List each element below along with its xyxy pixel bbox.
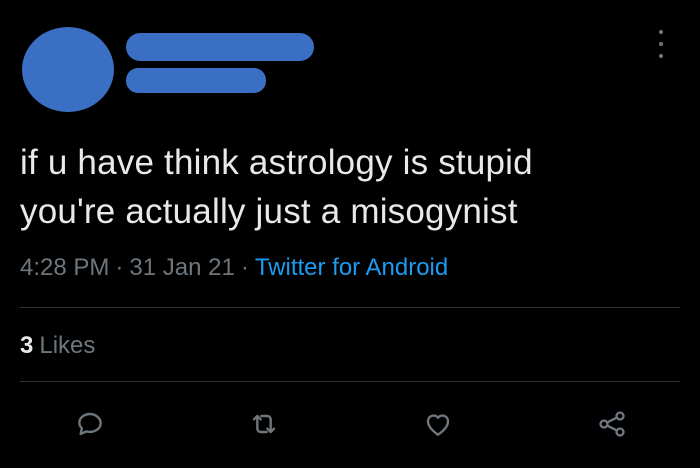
reply-icon [78, 412, 102, 436]
like-button[interactable] [420, 406, 456, 442]
share-icon [599, 411, 625, 437]
share-button[interactable] [594, 406, 630, 442]
more-dot [659, 54, 663, 58]
redacted-display-name[interactable] [126, 33, 314, 61]
more-dot [659, 30, 663, 34]
tweet-source-link[interactable]: Twitter for Android [255, 254, 448, 281]
tweet-text-line-2: you're actually just a misogynist [20, 192, 518, 231]
likes-count: 3 [20, 332, 34, 359]
tweet-text: if u have think astrology is stupid you'… [20, 138, 690, 236]
reply-button[interactable] [72, 406, 108, 442]
divider [20, 381, 680, 382]
tweet-meta: 4:28 PM · 31 Jan 21 · Twitter for Android [20, 253, 448, 283]
tweet-time[interactable]: 4:28 PM [20, 254, 109, 281]
retweet-icon [252, 414, 276, 434]
more-dot [659, 42, 663, 46]
meta-separator: · [240, 254, 249, 281]
likes-stat[interactable]: 3 Likes [20, 331, 95, 361]
redacted-username[interactable] [126, 68, 266, 93]
tweet-date[interactable]: 31 Jan 21 [129, 254, 234, 281]
meta-separator: · [115, 254, 124, 281]
avatar[interactable] [22, 27, 114, 112]
heart-icon [426, 414, 450, 436]
more-options-icon[interactable] [650, 30, 672, 58]
retweet-button[interactable] [246, 406, 282, 442]
divider [20, 307, 680, 308]
tweet-text-line-1: if u have think astrology is stupid [20, 143, 533, 182]
likes-label: Likes [39, 332, 96, 359]
